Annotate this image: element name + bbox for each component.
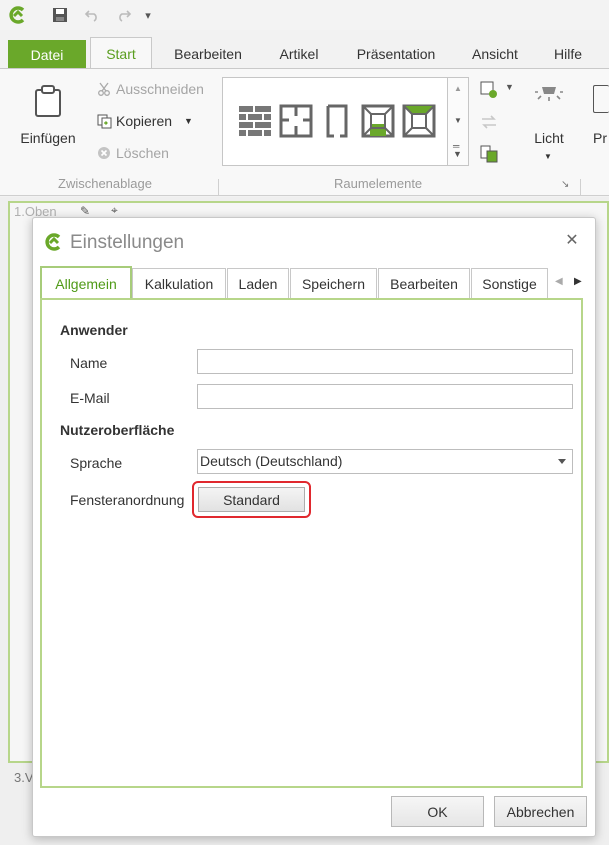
tab-sonstige[interactable]: Sonstige bbox=[471, 268, 548, 299]
ribbon: Einfügen Ausschneiden Kopieren ▼ Löschen… bbox=[0, 68, 609, 196]
view-bottom-label: 3.V bbox=[14, 770, 34, 785]
window-arrangement-label: Fensteranordnung bbox=[70, 492, 185, 508]
delete-button[interactable]: Löschen bbox=[96, 145, 169, 161]
tab-datei[interactable]: Datei bbox=[8, 40, 86, 69]
redo-icon[interactable] bbox=[114, 5, 134, 25]
cut-label: Ausschneiden bbox=[116, 81, 204, 97]
ok-button[interactable]: OK bbox=[391, 796, 484, 827]
paste-button[interactable]: Einfügen bbox=[12, 83, 84, 153]
gallery-scrollbar[interactable]: ▲ ▼ ═ ▼ bbox=[447, 77, 469, 166]
presentation-label[interactable]: Pr bbox=[593, 130, 607, 146]
customize-toolbar-icon[interactable]: ▾ bbox=[142, 5, 154, 25]
tab-bearbeiten[interactable]: Bearbeiten bbox=[160, 39, 256, 69]
scissors-icon bbox=[96, 81, 112, 97]
floor-icon[interactable] bbox=[361, 104, 395, 141]
tab-kalkulation[interactable]: Kalkulation bbox=[132, 268, 226, 299]
name-label: Name bbox=[70, 355, 108, 371]
cancel-button[interactable]: Abbrechen bbox=[494, 796, 587, 827]
settings-dialog: Einstellungen ✕ Allgemein Kalkulation La… bbox=[32, 217, 596, 837]
language-select[interactable]: Deutsch (Deutschland) bbox=[197, 449, 573, 474]
copy-icon bbox=[96, 113, 112, 129]
undo-icon[interactable] bbox=[82, 5, 102, 25]
group-separator bbox=[580, 179, 581, 195]
language-label: Sprache bbox=[70, 455, 123, 471]
tab-allgemein[interactable]: Allgemein bbox=[40, 266, 132, 299]
presentation-icon[interactable] bbox=[593, 85, 609, 113]
tab-praesentation[interactable]: Präsentation bbox=[344, 39, 448, 69]
scroll-down-icon[interactable]: ▼ bbox=[454, 116, 462, 125]
general-panel: Anwender Name E-Mail Nutzeroberfläche Sp… bbox=[40, 298, 583, 788]
chevron-down-icon[interactable]: ▼ bbox=[505, 82, 514, 92]
gallery-expand-icon[interactable]: ═ ▼ bbox=[453, 142, 462, 159]
window-icon[interactable] bbox=[480, 145, 498, 166]
quick-access-toolbar: ▾ bbox=[0, 0, 609, 30]
highlight-frame: Standard bbox=[192, 481, 311, 518]
section-ui-heading: Nutzeroberfläche bbox=[60, 422, 175, 438]
app-logo-icon bbox=[43, 232, 63, 255]
ceiling-icon[interactable] bbox=[402, 104, 436, 141]
lamp-icon bbox=[534, 85, 564, 114]
tab-ansicht[interactable]: Ansicht bbox=[458, 39, 532, 69]
save-icon[interactable] bbox=[50, 5, 70, 25]
paste-label: Einfügen bbox=[20, 130, 76, 146]
scroll-up-icon[interactable]: ▲ bbox=[454, 84, 462, 93]
crosshair-icon[interactable]: ⌖ bbox=[111, 203, 118, 218]
tab-scroll-right-icon[interactable]: ▶ bbox=[574, 276, 582, 287]
delete-icon bbox=[96, 145, 112, 161]
room-open-icon[interactable] bbox=[320, 104, 354, 141]
tab-hilfe[interactable]: Hilfe bbox=[542, 39, 594, 69]
group-separator bbox=[218, 179, 219, 195]
tab-artikel[interactable]: Artikel bbox=[266, 39, 332, 69]
copy-button[interactable]: Kopieren ▼ bbox=[96, 113, 193, 129]
room-plan-icon[interactable] bbox=[279, 104, 313, 141]
tab-laden[interactable]: Laden bbox=[227, 268, 289, 299]
section-user-heading: Anwender bbox=[60, 322, 128, 338]
group-room-label: Raumelemente bbox=[334, 176, 423, 191]
close-icon[interactable]: ✕ bbox=[563, 232, 581, 250]
delete-label: Löschen bbox=[116, 145, 169, 161]
ribbon-tabs: Datei Start Bearbeiten Artikel Präsentat… bbox=[0, 37, 609, 70]
wall-add-icon[interactable] bbox=[480, 81, 498, 102]
group-clipboard-label: Zwischenablage bbox=[58, 176, 152, 191]
dialog-title: Einstellungen bbox=[70, 232, 185, 253]
standard-button[interactable]: Standard bbox=[198, 487, 305, 512]
cut-button[interactable]: Ausschneiden bbox=[96, 81, 204, 97]
email-label: E-Mail bbox=[70, 390, 110, 406]
email-field[interactable] bbox=[197, 384, 573, 409]
wall-brick-icon[interactable] bbox=[238, 104, 272, 141]
chevron-down-icon[interactable]: ▼ bbox=[184, 116, 193, 126]
light-label: Licht bbox=[534, 130, 564, 146]
chevron-down-icon[interactable]: ▼ bbox=[544, 152, 552, 161]
language-value: Deutsch (Deutschland) bbox=[200, 453, 343, 469]
name-field[interactable] bbox=[197, 349, 573, 374]
tab-start[interactable]: Start bbox=[90, 37, 152, 70]
light-button[interactable]: Licht ▼ bbox=[526, 83, 572, 163]
copy-label: Kopieren bbox=[116, 113, 173, 129]
pencil-icon[interactable]: ✎ bbox=[80, 204, 90, 218]
tab-scroll-left-icon[interactable]: ◀ bbox=[555, 276, 563, 287]
chevron-down-icon bbox=[558, 459, 566, 464]
dialog-launcher-icon[interactable]: ↘ bbox=[561, 179, 569, 190]
move-icon[interactable] bbox=[480, 113, 498, 134]
tab-speichern[interactable]: Speichern bbox=[290, 268, 377, 299]
clipboard-icon bbox=[34, 85, 62, 120]
tab-bearbeiten[interactable]: Bearbeiten bbox=[378, 268, 470, 299]
app-logo-icon bbox=[6, 5, 28, 25]
room-elements-gallery bbox=[222, 77, 448, 166]
